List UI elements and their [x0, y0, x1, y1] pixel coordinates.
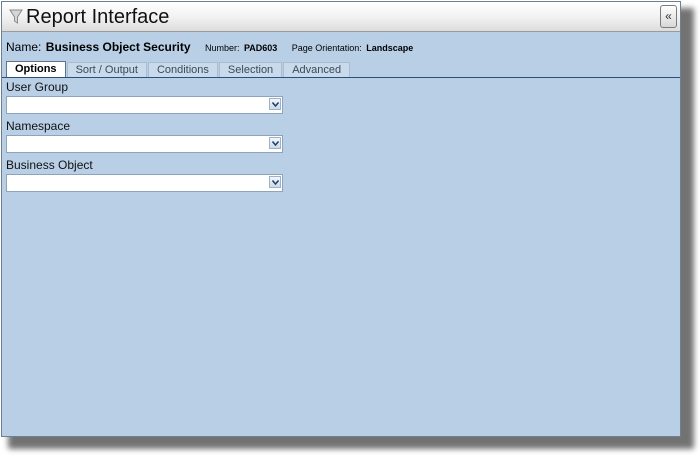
funnel-icon	[9, 9, 23, 24]
report-number-label: Number:	[204, 43, 240, 53]
report-number-value: PAD603	[243, 43, 278, 53]
tab-bar: Options Sort / Output Conditions Selection A…	[6, 60, 351, 78]
title-bar: Report Interface «	[2, 2, 680, 32]
report-interface-window: Report Interface « Name: Business Object…	[1, 1, 681, 437]
namespace-label: Namespace	[6, 119, 71, 133]
chevron-down-icon[interactable]	[269, 137, 281, 149]
business-object-label: Business Object	[6, 158, 93, 172]
report-name-label: Name:	[6, 40, 42, 54]
window-title: Report Interface	[26, 6, 170, 28]
report-info: Name: Business Object Security Number: P…	[6, 38, 413, 54]
tab-sort-output[interactable]: Sort / Output	[66, 62, 147, 78]
report-name-value: Business Object Security	[45, 40, 191, 54]
tab-options[interactable]: Options	[6, 61, 66, 78]
page-orientation-label: Page Orientation:	[291, 43, 362, 53]
tab-advanced[interactable]: Advanced	[283, 62, 351, 78]
user-group-label: User Group	[6, 80, 69, 94]
double-chevron-left-icon: «	[665, 9, 672, 23]
chevron-down-icon[interactable]	[269, 176, 281, 188]
tab-divider	[2, 77, 680, 78]
business-object-select[interactable]	[6, 174, 283, 192]
tab-selection[interactable]: Selection	[218, 62, 283, 78]
namespace-select[interactable]	[6, 135, 283, 153]
page-orientation-value: Landscape	[366, 43, 414, 53]
user-group-select[interactable]	[6, 96, 283, 114]
tab-conditions[interactable]: Conditions	[147, 62, 218, 78]
collapse-panel-button[interactable]: «	[660, 5, 677, 28]
chevron-down-icon[interactable]	[269, 98, 281, 110]
